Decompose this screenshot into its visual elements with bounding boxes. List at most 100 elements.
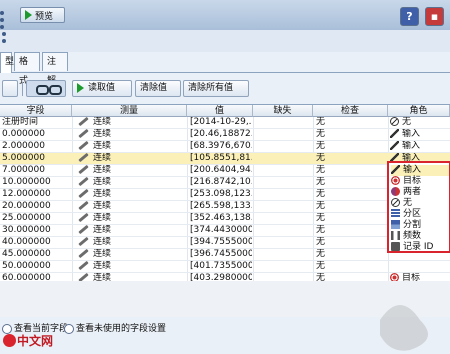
cell-measure[interactable]: 连续 [74, 141, 187, 152]
column-header-role[interactable]: 角色 [388, 105, 450, 117]
table-row[interactable]: 10.000000连续[216.8742,10... 无 [0, 177, 450, 189]
cell-check[interactable]: 无 [316, 213, 386, 224]
cell-missing[interactable] [255, 201, 311, 212]
cell-measure[interactable]: 连续 [74, 249, 187, 260]
role-option[interactable]: 分割 [391, 220, 449, 231]
cell-value[interactable]: [2014-10-29,... [190, 117, 252, 128]
view-unused-fields-option[interactable]: 查看未使用的字段设置 [64, 321, 166, 334]
cell-field[interactable]: 40.000000 [2, 237, 72, 248]
cell-check[interactable]: 无 [316, 237, 386, 248]
cell-value[interactable]: [200.6404,94... [190, 165, 252, 176]
cell-measure[interactable]: 连续 [74, 117, 187, 128]
cell-role[interactable]: 输入 [390, 129, 450, 140]
cell-missing[interactable] [255, 153, 311, 164]
cell-measure[interactable]: 连续 [74, 225, 187, 236]
cell-value[interactable]: [68.3976,670.... [190, 141, 252, 152]
cell-check[interactable]: 无 [316, 141, 386, 152]
table-row[interactable]: 2.000000连续[68.3976,670.... 无输入 [0, 141, 450, 153]
column-header-measure[interactable]: 测量 [72, 105, 187, 117]
cell-check[interactable]: 无 [316, 153, 386, 164]
view-toggle-icon[interactable] [26, 80, 66, 97]
cell-check[interactable]: 无 [316, 201, 386, 212]
table-row[interactable]: 12.000000连续[253.098,123.... 无 [0, 189, 450, 201]
cell-value[interactable]: [352.463,138.... [190, 213, 252, 224]
preview-button[interactable]: 预览 [20, 7, 65, 23]
cell-missing[interactable] [255, 189, 311, 200]
clear-values-button[interactable]: 清除值 [135, 80, 181, 97]
cell-missing[interactable] [255, 225, 311, 236]
cell-check[interactable]: 无 [316, 225, 386, 236]
cell-value[interactable]: [396.7455000... [190, 249, 252, 260]
cell-role[interactable] [390, 261, 450, 272]
cell-measure[interactable]: 连续 [74, 201, 187, 212]
delete-icon[interactable]: ▪ [425, 7, 444, 26]
cell-value[interactable]: [105.8551,81... [190, 153, 252, 164]
table-row[interactable]: 30.000000连续[374.4430000... 无 [0, 225, 450, 237]
table-row[interactable]: 5.000000连续[105.8551,81...无输入 [0, 153, 450, 165]
filter-icon[interactable] [2, 80, 18, 97]
cell-value[interactable]: [401.7355000... [190, 261, 252, 272]
role-option[interactable]: 输入 [391, 165, 449, 176]
cell-check[interactable]: 无 [316, 129, 386, 140]
cell-value[interactable]: [403.2980000... [190, 273, 252, 281]
tab-type[interactable]: 型 [0, 52, 14, 73]
table-row[interactable]: 25.000000连续[352.463,138.... 无 [0, 213, 450, 225]
role-option[interactable]: 无 [391, 198, 449, 209]
cell-field[interactable]: 注册时间 [2, 117, 72, 128]
cell-field[interactable]: 0.000000 [2, 129, 72, 140]
cell-field[interactable]: 60.000000 [2, 273, 72, 281]
cell-missing[interactable] [255, 249, 311, 260]
role-option[interactable]: 目标 [391, 176, 449, 187]
cell-field[interactable]: 5.000000 [2, 153, 72, 164]
cell-field[interactable]: 30.000000 [2, 225, 72, 236]
cell-measure[interactable]: 连续 [74, 261, 187, 272]
table-row[interactable]: 20.000000连续[265.598,133.... 无 [0, 201, 450, 213]
read-values-button[interactable]: 读取值 [72, 80, 132, 97]
cell-field[interactable]: 45.000000 [2, 249, 72, 260]
table-row[interactable]: 0.000000连续[20.46,18872.... 无输入 [0, 129, 450, 141]
cell-missing[interactable] [255, 165, 311, 176]
cell-role[interactable]: 输入 [390, 141, 450, 152]
cell-field[interactable]: 12.000000 [2, 189, 72, 200]
cell-measure[interactable]: 连续 [74, 129, 187, 140]
column-header-field[interactable]: 字段 [0, 105, 72, 117]
role-option[interactable]: 分区 [391, 209, 449, 220]
cell-value[interactable]: [374.4430000... [190, 225, 252, 236]
table-row[interactable]: 50.000000连续[401.7355000... 无 [0, 261, 450, 273]
cell-check[interactable]: 无 [316, 189, 386, 200]
cell-check[interactable]: 无 [316, 261, 386, 272]
tab-annotation[interactable]: 注解 [42, 52, 68, 86]
cell-missing[interactable] [255, 117, 311, 128]
table-row[interactable]: 45.000000连续[396.7455000... 无 [0, 249, 450, 261]
clear-all-values-button[interactable]: 清除所有值 [183, 80, 249, 97]
cell-check[interactable]: 无 [316, 165, 386, 176]
cell-value[interactable]: [216.8742,10... [190, 177, 252, 188]
cell-missing[interactable] [255, 237, 311, 248]
cell-measure[interactable]: 连续 [74, 213, 187, 224]
cell-field[interactable]: 50.000000 [2, 261, 72, 272]
cell-field[interactable]: 2.000000 [2, 141, 72, 152]
cell-role[interactable]: 无 [390, 117, 450, 128]
tab-format[interactable]: 格式 [14, 52, 40, 86]
cell-measure[interactable]: 连续 [74, 273, 187, 281]
cell-measure[interactable]: 连续 [74, 165, 187, 176]
cell-value[interactable]: [20.46,18872.... [190, 129, 252, 140]
column-header-missing[interactable]: 缺失 [253, 105, 313, 117]
role-option[interactable]: 记录 ID [391, 242, 449, 253]
table-row[interactable]: 40.000000连续[394.7555000... 无 [0, 237, 450, 249]
cell-measure[interactable]: 连续 [74, 237, 187, 248]
cell-value[interactable]: [253.098,123.... [190, 189, 252, 200]
cell-field[interactable]: 7.000000 [2, 165, 72, 176]
role-option[interactable]: 频数 [391, 231, 449, 242]
cell-field[interactable]: 25.000000 [2, 213, 72, 224]
role-option[interactable]: 两者 [391, 187, 449, 198]
cell-missing[interactable] [255, 177, 311, 188]
cell-missing[interactable] [255, 213, 311, 224]
help-icon[interactable]: ? [400, 7, 419, 26]
cell-measure[interactable]: 连续 [74, 189, 187, 200]
cell-field[interactable]: 20.000000 [2, 201, 72, 212]
cell-check[interactable]: 无 [316, 249, 386, 260]
cell-field[interactable]: 10.000000 [2, 177, 72, 188]
role-dropdown[interactable]: 输入 目标 两者无分区 分割 频数 记录 ID [387, 161, 450, 253]
cell-check[interactable]: 无 [316, 117, 386, 128]
